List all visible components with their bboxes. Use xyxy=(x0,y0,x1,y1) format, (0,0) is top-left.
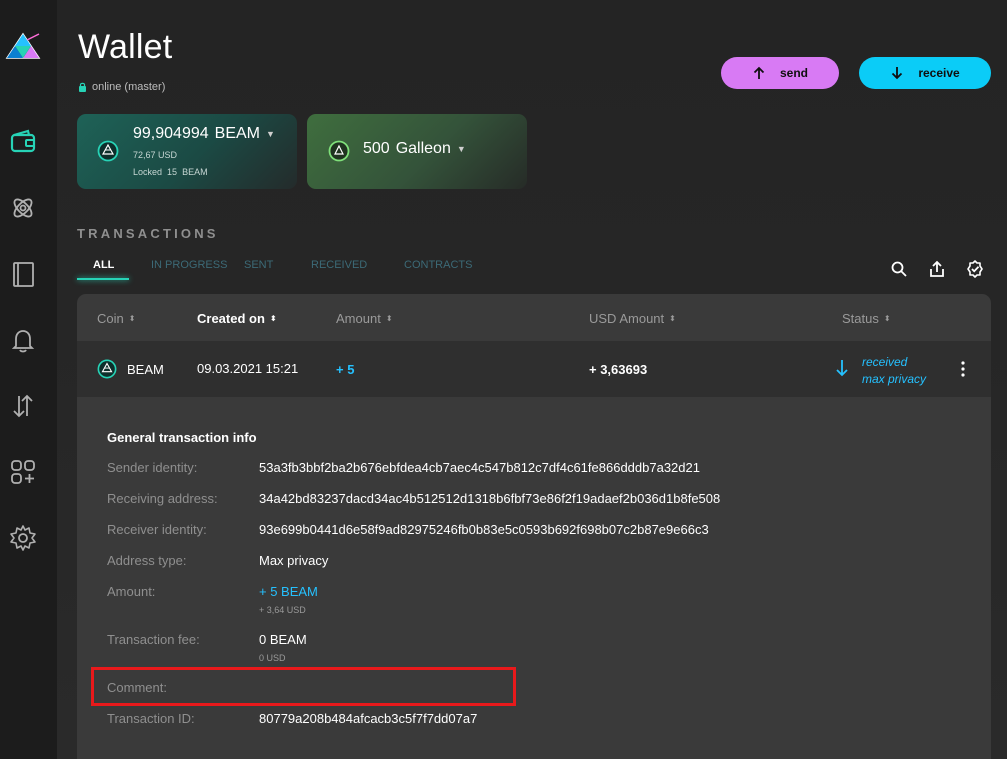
row-created-on: 09.03.2021 15:21 xyxy=(197,361,299,376)
arrow-down-icon xyxy=(892,67,903,80)
tx-id-label: Transaction ID: xyxy=(107,711,195,726)
apps-icon[interactable] xyxy=(8,457,38,487)
beam-coin-icon xyxy=(97,359,117,379)
beam-usd: 72,67 USD xyxy=(133,150,178,160)
sort-icon: ⬍ xyxy=(385,314,393,323)
page-title: Wallet xyxy=(78,28,173,66)
sort-icon: ⬍ xyxy=(883,314,891,323)
status-line-1: received xyxy=(862,355,908,369)
locked-unit: BEAM xyxy=(182,167,208,177)
tab-sent[interactable]: SENT xyxy=(244,259,311,279)
comment-highlight-box xyxy=(91,667,516,706)
transaction-tabs: ALL IN PROGRESS SENT RECEIVED CONTRACTS xyxy=(77,259,504,279)
status-text: online (master) xyxy=(92,81,166,93)
locked-amount: 15 xyxy=(167,167,178,177)
sort-icon: ⬍ xyxy=(128,314,136,323)
galleon-amount: 500 xyxy=(363,140,390,157)
address-type-label: Address type: xyxy=(107,553,187,568)
gear-icon[interactable] xyxy=(8,523,38,553)
sort-icon: ⬍ xyxy=(669,314,676,323)
table-row[interactable]: BEAM 09.03.2021 15:21 + 5 + 3,63693 rece… xyxy=(77,341,991,397)
section-title: TRANSACTIONS xyxy=(77,226,219,241)
sender-identity-value[interactable]: 53a3fb3bbf2ba2b676ebfdea4cb7aec4c547b812… xyxy=(259,460,700,475)
chevron-down-icon[interactable]: ▼ xyxy=(457,144,466,154)
arrow-up-icon xyxy=(753,66,765,79)
beam-coin-icon xyxy=(97,140,119,162)
table-header: Coin ⬍ Created on ⬍ Amount ⬍ USD Amount ⬍ St… xyxy=(77,294,991,341)
galleon-coin-icon xyxy=(328,140,350,162)
received-arrow-icon xyxy=(836,360,848,377)
tab-contracts[interactable]: CONTRACTS xyxy=(404,259,504,279)
connection-status: online (master) xyxy=(78,81,165,93)
chevron-down-icon[interactable]: ▼ xyxy=(266,129,275,139)
search-icon[interactable] xyxy=(890,260,908,278)
receiver-identity-label: Receiver identity: xyxy=(107,522,207,537)
book-icon[interactable] xyxy=(8,259,38,289)
receiving-address-label: Receiving address: xyxy=(107,491,218,506)
receive-button[interactable]: receive xyxy=(859,57,991,89)
main-content: Wallet online (master) send receive 99,9… xyxy=(57,0,1007,759)
beam-balance: 99,904994 BEAM ▼ xyxy=(133,125,275,143)
locked-label: Locked xyxy=(133,167,163,177)
column-label: Amount xyxy=(336,311,381,326)
amount-value: + 5 BEAM xyxy=(259,584,318,599)
column-coin[interactable]: Coin ⬍ xyxy=(97,311,135,326)
galleon-balance: 500 Galleon ▼ xyxy=(363,140,466,158)
tab-received[interactable]: RECEIVED xyxy=(311,259,404,279)
sender-identity-label: Sender identity: xyxy=(107,460,198,475)
arrows-icon[interactable] xyxy=(8,391,38,421)
fee-value: 0 BEAM xyxy=(259,632,307,647)
atom-icon[interactable] xyxy=(8,193,38,223)
beam-unit: BEAM xyxy=(214,125,260,142)
receive-label: receive xyxy=(918,66,960,80)
fee-usd: 0 USD xyxy=(259,653,286,663)
column-created-on[interactable]: Created on ⬍ xyxy=(197,311,277,326)
status-line-2: max privacy xyxy=(862,372,927,386)
asset-card-galleon[interactable]: 500 Galleon ▼ xyxy=(307,114,527,189)
tab-in-progress[interactable]: IN PROGRESS xyxy=(134,259,244,279)
verify-icon[interactable] xyxy=(966,260,984,278)
details-title: General transaction info xyxy=(107,430,257,445)
beam-logo-icon xyxy=(5,30,41,62)
galleon-unit: Galleon xyxy=(395,140,451,157)
lock-icon xyxy=(79,82,86,92)
column-label: Created on xyxy=(197,311,265,326)
sort-icon: ⬍ xyxy=(269,314,277,323)
row-amount: + 5 xyxy=(336,362,355,377)
amount-label: Amount: xyxy=(107,584,156,599)
column-label: Status xyxy=(842,311,879,326)
row-coin: BEAM xyxy=(127,362,164,377)
tab-all[interactable]: ALL xyxy=(77,259,134,279)
beam-locked: Locked 15 BEAM xyxy=(133,167,208,177)
column-usd-amount[interactable]: USD Amount ⬍ xyxy=(589,311,676,326)
receiving-address-value[interactable]: 34a42bd83237dacd34ac4b512512d1318b6fbf73… xyxy=(259,491,720,506)
tx-id-value[interactable]: 80779a208b484afcacb3c5f7f7dd07a7 xyxy=(259,711,477,726)
wallet-icon[interactable] xyxy=(8,127,38,157)
row-status: received max privacy xyxy=(862,354,926,388)
column-amount[interactable]: Amount ⬍ xyxy=(336,311,393,326)
amount-usd: + 3,64 USD xyxy=(259,605,306,615)
send-button[interactable]: send xyxy=(721,57,839,89)
fee-label: Transaction fee: xyxy=(107,632,200,647)
beam-amount: 99,904994 xyxy=(133,125,209,142)
column-status[interactable]: Status ⬍ xyxy=(842,311,891,326)
column-label: Coin xyxy=(97,311,124,326)
export-icon[interactable] xyxy=(928,260,946,278)
row-usd-amount: + 3,63693 xyxy=(589,362,648,377)
column-label: USD Amount xyxy=(589,311,665,326)
more-options-icon[interactable] xyxy=(957,359,969,379)
send-label: send xyxy=(779,66,808,80)
bell-icon[interactable] xyxy=(8,325,38,355)
active-tab-indicator xyxy=(77,278,129,280)
address-type-value: Max privacy xyxy=(259,553,329,568)
sidebar xyxy=(0,0,57,759)
asset-card-beam[interactable]: 99,904994 BEAM ▼ 72,67 USD Locked 15 BEA… xyxy=(77,114,297,189)
receiver-identity-value[interactable]: 93e699b0441d6e58f9ad82975246fb0b83e5c059… xyxy=(259,522,709,537)
